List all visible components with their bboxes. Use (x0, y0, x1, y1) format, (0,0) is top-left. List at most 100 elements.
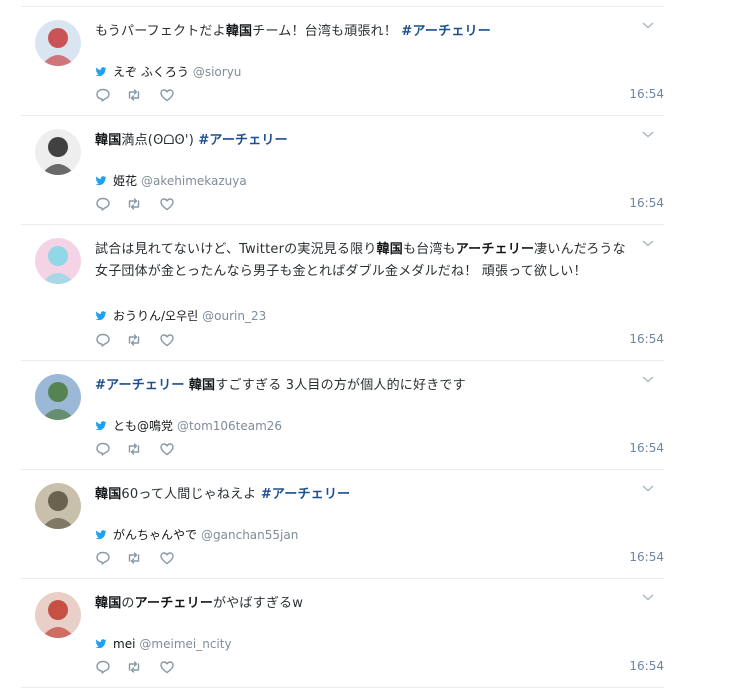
tweet-timestamp[interactable]: 16:54 (629, 332, 664, 346)
heart-icon[interactable] (159, 332, 175, 348)
avatar[interactable] (35, 238, 81, 284)
chevron-down-icon[interactable] (641, 480, 655, 494)
tweet[interactable]: 韓国のアーチェリーがやばすぎるw mei @meimei_ncity 16:54 (21, 579, 664, 688)
twitter-bird-icon (95, 175, 107, 187)
tweet-text: もうパーフェクトだよ韓国チーム！台湾も頑張れ！ #アーチェリー (95, 21, 635, 43)
retweet-icon[interactable] (126, 659, 142, 675)
chevron-down-icon[interactable] (641, 126, 655, 140)
retweet-icon[interactable] (126, 87, 142, 103)
text-segment: も台湾も (402, 242, 456, 257)
tweet-timestamp[interactable]: 16:54 (629, 196, 664, 210)
highlighted-keyword: 韓国 (225, 24, 253, 39)
tweet-author[interactable]: とも@鳴党 @tom106team26 (95, 418, 282, 434)
retweet-icon[interactable] (126, 550, 142, 566)
highlighted-keyword: アーチェリー (455, 242, 535, 257)
twitter-bird-icon (95, 420, 107, 432)
tweet-text: 韓国60って人間じゃねえよ #アーチェリー (95, 484, 635, 506)
author-handle[interactable]: @tom106team26 (177, 419, 282, 433)
author-name[interactable]: mei (113, 637, 135, 651)
tweet[interactable]: 試合は見れてないけど、Twitterの実況見る限り韓国も台湾もアーチェリー凄いん… (21, 225, 664, 361)
tweet-timestamp[interactable]: 16:54 (629, 550, 664, 564)
twitter-bird-icon (95, 66, 107, 78)
chevron-down-icon[interactable] (641, 17, 655, 31)
twitter-bird-icon (95, 638, 107, 650)
retweet-icon[interactable] (126, 196, 142, 212)
tweet-actions: 16:54 (95, 332, 664, 350)
text-segment: すごすぎる 3人目の方が個人的に好きです (215, 378, 466, 393)
tweet[interactable]: 韓国満点(ʘᗝʘ') #アーチェリー姫花 @akehimekazuya 16:54 (21, 116, 664, 225)
retweet-icon[interactable] (126, 441, 142, 457)
twitter-bird-icon (95, 529, 107, 541)
tweet[interactable]: 韓国60って人間じゃねえよ #アーチェリーがんちゃんやで @ganchan55ja… (21, 470, 664, 579)
tweet-actions: 16:54 (95, 196, 664, 214)
author-handle[interactable]: @ganchan55jan (201, 528, 298, 542)
tweet[interactable]: もうパーフェクトだよ韓国チーム！台湾も頑張れ！ #アーチェリーえぞ ふくろう @s… (21, 7, 664, 116)
text-segment: もうパーフェクトだよ (95, 24, 226, 39)
avatar[interactable] (35, 592, 81, 638)
twitter-bird-icon (95, 310, 107, 322)
text-segment: がやばすぎるw (213, 596, 304, 611)
highlighted-keyword: 韓国 (95, 133, 122, 148)
chevron-down-icon[interactable] (641, 371, 655, 385)
text-segment: の (121, 596, 135, 611)
reply-icon[interactable] (95, 332, 111, 348)
author-handle[interactable]: @meimei_ncity (139, 637, 231, 651)
tweet-timestamp[interactable]: 16:54 (629, 659, 664, 673)
highlighted-keyword: 韓国 (95, 487, 122, 502)
tweet-timestamp[interactable]: 16:54 (629, 441, 664, 455)
text-segment: 試合は見れてないけど、Twitterの実況見る限り (95, 242, 377, 257)
tweet-author[interactable]: がんちゃんやで @ganchan55jan (95, 527, 298, 543)
hashtag-link[interactable]: #アーチェリー (401, 24, 491, 39)
avatar[interactable] (35, 129, 81, 175)
tweet-text: 韓国満点(ʘᗝʘ') #アーチェリー (95, 130, 635, 152)
highlighted-keyword: 韓国 (95, 596, 122, 611)
highlighted-keyword: 韓国 (188, 378, 216, 393)
tweet-actions: 16:54 (95, 87, 664, 105)
tweet-text: 試合は見れてないけど、Twitterの実況見る限り韓国も台湾もアーチェリー凄いん… (95, 239, 635, 283)
tweet[interactable]: #アーチェリー 韓国すごすぎる 3人目の方が個人的に好きですとも@鳴党 @tom1… (21, 361, 664, 470)
tweet-text: 韓国のアーチェリーがやばすぎるw (95, 593, 635, 615)
reply-icon[interactable] (95, 196, 111, 212)
avatar[interactable] (35, 374, 81, 420)
hashtag-link[interactable]: #アーチェリー (198, 133, 288, 148)
tweet-actions: 16:54 (95, 441, 664, 459)
highlighted-keyword: アーチェリー (134, 596, 214, 611)
hashtag-link[interactable]: #アーチェリー (95, 378, 185, 393)
author-name[interactable]: がんちゃんやで (113, 528, 197, 542)
author-name[interactable]: えぞ ふくろう (113, 65, 189, 79)
reply-icon[interactable] (95, 441, 111, 457)
text-segment: 満点(ʘᗝʘ') (121, 133, 199, 148)
reply-icon[interactable] (95, 87, 111, 103)
tweet-author[interactable]: えぞ ふくろう @sioryu (95, 64, 241, 80)
tweet-author[interactable]: mei @meimei_ncity (95, 636, 232, 652)
avatar[interactable] (35, 20, 81, 66)
heart-icon[interactable] (159, 87, 175, 103)
author-name[interactable]: 姫花 (113, 174, 137, 188)
tweet-actions: 16:54 (95, 550, 664, 568)
author-name[interactable]: とも@鳴党 (113, 419, 173, 433)
author-handle[interactable]: @ourin_23 (202, 309, 266, 323)
author-name[interactable]: おうりん/오우린 (113, 309, 198, 323)
heart-icon[interactable] (159, 550, 175, 566)
reply-icon[interactable] (95, 659, 111, 675)
hashtag-link[interactable]: #アーチェリー (261, 487, 351, 502)
heart-icon[interactable] (159, 441, 175, 457)
retweet-icon[interactable] (126, 332, 142, 348)
author-handle[interactable]: @akehimekazuya (141, 174, 247, 188)
avatar[interactable] (35, 483, 81, 529)
chevron-down-icon[interactable] (641, 589, 655, 603)
tweet-author[interactable]: 姫花 @akehimekazuya (95, 173, 247, 189)
heart-icon[interactable] (159, 196, 175, 212)
chevron-down-icon[interactable] (641, 235, 655, 249)
text-segment: 60って人間じゃねえよ (121, 487, 261, 502)
tweet-actions: 16:54 (95, 659, 664, 677)
text-segment: チーム！台湾も頑張れ！ (252, 24, 402, 39)
tweet-timestamp[interactable]: 16:54 (629, 87, 664, 101)
highlighted-keyword: 韓国 (376, 242, 403, 257)
author-handle[interactable]: @sioryu (193, 65, 242, 79)
heart-icon[interactable] (159, 659, 175, 675)
reply-icon[interactable] (95, 550, 111, 566)
tweet-text: #アーチェリー 韓国すごすぎる 3人目の方が個人的に好きです (95, 375, 635, 397)
divider (21, 687, 664, 688)
tweet-author[interactable]: おうりん/오우린 @ourin_23 (95, 308, 266, 324)
